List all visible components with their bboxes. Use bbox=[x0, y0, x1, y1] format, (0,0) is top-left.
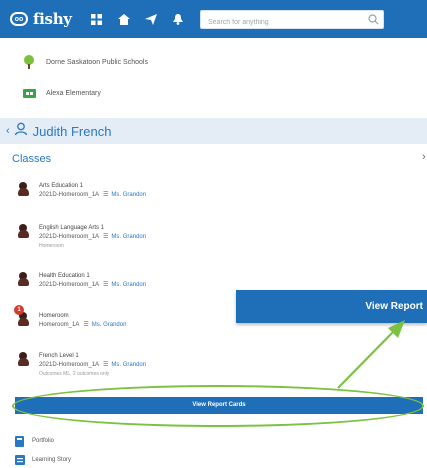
class-note: Outcomes ML, 2 outcomes only bbox=[39, 371, 110, 377]
class-section: 2021D-Homeroom_1A bbox=[39, 234, 100, 240]
teacher-link[interactable]: Ms. Grandon bbox=[111, 362, 146, 368]
class-name: Homeroom bbox=[39, 313, 69, 319]
class-section: 2021D-Homeroom_1A bbox=[39, 282, 100, 288]
class-name: French Level 1 bbox=[39, 353, 79, 359]
avatar bbox=[18, 352, 29, 366]
send-icon[interactable] bbox=[144, 12, 158, 26]
classes-heading: Classes bbox=[12, 153, 52, 165]
school-tree-icon bbox=[22, 55, 36, 69]
school-row-elementary[interactable]: Alexa Elementary bbox=[22, 86, 101, 100]
chevron-right-icon[interactable]: › bbox=[422, 151, 426, 163]
top-bar: oo fishy bbox=[0, 0, 427, 38]
school-label: Alexa Elementary bbox=[46, 89, 101, 97]
avatar bbox=[18, 224, 29, 238]
class-section: Homeroom_1A bbox=[39, 322, 80, 328]
class-note: Homeroom bbox=[39, 243, 64, 249]
school-label: Dorne Saskatoon Public Schools bbox=[46, 58, 148, 66]
search-input[interactable] bbox=[201, 14, 361, 31]
class-item[interactable]: Health Education 1 2021D-Homeroom_1A ☰ Ms.… bbox=[18, 272, 146, 290]
teacher-icon: ☰ bbox=[103, 192, 109, 198]
link-label: Portfolio bbox=[32, 438, 55, 444]
teacher-icon: ☰ bbox=[103, 234, 109, 240]
teacher-link[interactable]: Ms. Grandon bbox=[111, 192, 146, 198]
person-icon bbox=[14, 122, 28, 141]
bell-icon[interactable] bbox=[171, 12, 185, 26]
app-logo[interactable]: oo fishy bbox=[10, 10, 72, 28]
logo-text: fishy bbox=[33, 10, 72, 28]
class-section: 2021D-Homeroom_1A bbox=[39, 362, 100, 368]
avatar: 1 bbox=[14, 305, 29, 326]
student-header[interactable]: ‹ Judith French bbox=[0, 118, 427, 144]
class-section: 2021D-Homeroom_1A bbox=[39, 192, 100, 198]
grid-icon[interactable] bbox=[90, 12, 104, 26]
link-label: Learning Story bbox=[32, 457, 72, 463]
learning-story-icon bbox=[15, 455, 25, 465]
school-building-icon bbox=[22, 86, 36, 100]
search-box bbox=[200, 10, 384, 31]
class-name: Health Education 1 bbox=[39, 273, 90, 279]
view-report-callout: View Report bbox=[236, 290, 427, 323]
class-item[interactable]: Arts Education 1 2021D-Homeroom_1A ☰ Ms. G… bbox=[18, 182, 146, 200]
portfolio-icon bbox=[15, 436, 25, 447]
highlight-ellipse bbox=[12, 385, 424, 427]
class-name: English Language Arts 1 bbox=[39, 225, 105, 231]
logo-eyes-icon: oo bbox=[10, 12, 28, 26]
learning-story-link[interactable]: Learning Story bbox=[15, 455, 71, 465]
class-name: Arts Education 1 bbox=[39, 183, 84, 189]
chevron-left-icon[interactable]: ‹ bbox=[6, 125, 10, 137]
home-icon[interactable] bbox=[117, 12, 131, 26]
search-icon[interactable] bbox=[367, 13, 380, 26]
teacher-icon: ☰ bbox=[83, 322, 89, 328]
teacher-icon: ☰ bbox=[103, 362, 109, 368]
school-row-district[interactable]: Dorne Saskatoon Public Schools bbox=[22, 55, 148, 69]
student-name: Judith French bbox=[32, 123, 112, 139]
teacher-link[interactable]: Ms. Grandon bbox=[92, 322, 127, 328]
avatar bbox=[18, 272, 29, 286]
teacher-link[interactable]: Ms. Grandon bbox=[111, 234, 146, 240]
teacher-link[interactable]: Ms. Grandon bbox=[111, 282, 146, 288]
teacher-icon: ☰ bbox=[103, 282, 109, 288]
class-item[interactable]: 1 Homeroom Homeroom_1A ☰ Ms. Grandon bbox=[14, 305, 127, 330]
class-item[interactable]: English Language Arts 1 2021D-Homeroom_1… bbox=[18, 224, 146, 251]
portfolio-link[interactable]: Portfolio bbox=[15, 436, 55, 447]
avatar bbox=[18, 182, 29, 196]
notification-badge: 1 bbox=[14, 305, 24, 315]
class-item[interactable]: French Level 1 2021D-Homeroom_1A ☰ Ms. Gra… bbox=[18, 352, 146, 379]
